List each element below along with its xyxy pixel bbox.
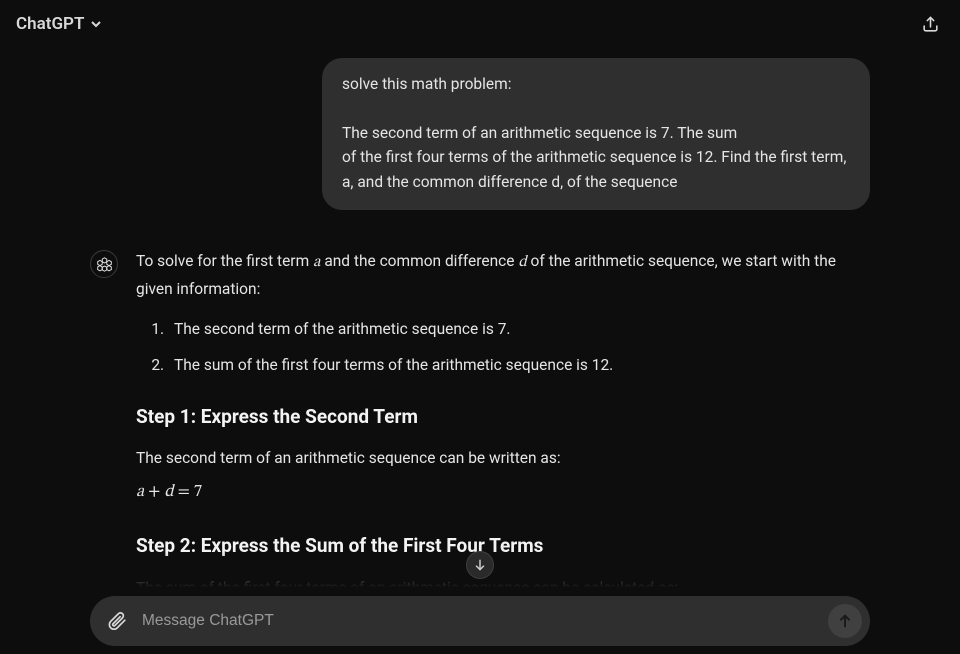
- step-heading: Step 2: Express the Sum of the First Fou…: [136, 530, 870, 562]
- given-info-list: The second term of the arithmetic sequen…: [136, 316, 870, 379]
- assistant-intro: To solve for the first term a and the co…: [136, 248, 870, 302]
- attach-button[interactable]: [104, 608, 130, 634]
- paperclip-icon: [107, 611, 127, 631]
- assistant-content: To solve for the first term a and the co…: [136, 248, 870, 594]
- model-selector[interactable]: ChatGPT: [16, 14, 102, 34]
- share-icon: [921, 15, 940, 34]
- conversation-area: solve this math problem: The second term…: [0, 48, 960, 594]
- step-text: The second term of an arithmetic sequenc…: [136, 445, 870, 471]
- header: ChatGPT: [0, 0, 960, 48]
- model-name: ChatGPT: [16, 14, 84, 34]
- chevron-down-icon: [90, 18, 102, 30]
- openai-icon: [96, 256, 113, 273]
- send-button[interactable]: [828, 604, 862, 638]
- assistant-message: To solve for the first term a and the co…: [90, 248, 870, 594]
- equation: a + d = 7: [136, 479, 870, 508]
- user-message: solve this math problem: The second term…: [322, 58, 870, 210]
- share-button[interactable]: [916, 10, 944, 38]
- arrow-down-icon: [473, 558, 487, 572]
- assistant-avatar: [90, 250, 118, 278]
- list-item: The sum of the first four terms of the a…: [168, 352, 870, 378]
- scroll-to-bottom-button[interactable]: [466, 551, 494, 579]
- list-item: The second term of the arithmetic sequen…: [168, 316, 870, 342]
- step-heading: Step 1: Express the Second Term: [136, 401, 870, 433]
- arrow-up-icon: [837, 613, 853, 629]
- composer: [90, 596, 870, 646]
- step-text: The sum of the first four terms of an ar…: [136, 575, 870, 594]
- message-input[interactable]: [142, 612, 816, 630]
